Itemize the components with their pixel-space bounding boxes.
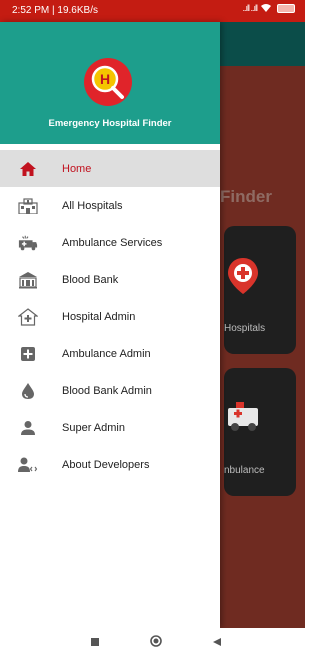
home-icon xyxy=(18,159,38,179)
triangle-back-icon xyxy=(213,638,221,646)
system-navigation-bar xyxy=(0,628,305,651)
background-screen: Finder Hospitals nbulance xyxy=(220,22,305,628)
menu-item-blood-bank-admin[interactable]: Blood Bank Admin xyxy=(0,372,220,409)
menu-item-all-hospitals[interactable]: All Hospitals xyxy=(0,187,220,224)
circle-icon xyxy=(150,635,162,647)
background-toolbar xyxy=(220,22,305,66)
menu-label: Blood Bank Admin xyxy=(62,384,152,397)
menu-label: Blood Bank xyxy=(62,273,119,286)
menu-item-hospital-admin[interactable]: Hospital Admin xyxy=(0,298,220,335)
status-time-speed: 2:52 PM | 19.6KB/s xyxy=(12,5,98,16)
drawer-menu: Home All Hospitals Ambulance Services Bl… xyxy=(0,150,220,483)
status-icons: ..ıll ..ıll xyxy=(242,3,295,13)
person-icon xyxy=(18,418,38,438)
menu-label: Home xyxy=(62,162,92,175)
menu-item-super-admin[interactable]: Super Admin xyxy=(0,409,220,446)
background-card-hospitals: Hospitals xyxy=(224,226,296,354)
menu-label: About Developers xyxy=(62,458,150,471)
ambulance-icon xyxy=(228,402,258,431)
menu-label: Ambulance Services xyxy=(62,236,163,249)
menu-label: Ambulance Admin xyxy=(62,347,151,360)
hospital-search-logo-icon: H xyxy=(91,65,124,99)
app-title: Emergency Hospital Finder xyxy=(48,118,172,129)
navigation-drawer: H Emergency Hospital Finder Home All Hos… xyxy=(0,22,220,628)
background-card-label: nbulance xyxy=(224,465,265,476)
hospital-pin-icon xyxy=(228,258,258,294)
back-button[interactable] xyxy=(212,634,222,651)
app-logo: H xyxy=(84,58,132,106)
signal-icon: ..ıll ..ıll xyxy=(242,3,257,13)
ambulance-icon xyxy=(18,233,38,253)
menu-item-home[interactable]: Home xyxy=(0,150,220,187)
developer-icon xyxy=(18,455,38,475)
menu-item-about-developers[interactable]: About Developers xyxy=(0,446,220,483)
blood-bank-building-icon xyxy=(18,270,38,290)
menu-item-ambulance-services[interactable]: Ambulance Services xyxy=(0,224,220,261)
background-heading: Finder xyxy=(220,187,272,206)
recents-button[interactable] xyxy=(90,634,100,651)
medical-cross-icon xyxy=(18,344,38,364)
menu-label: Super Admin xyxy=(62,421,125,434)
battery-icon xyxy=(277,3,295,13)
wifi-icon xyxy=(261,4,271,12)
home-button[interactable] xyxy=(150,634,162,651)
hospital-admin-icon xyxy=(18,307,38,327)
drawer-header: H Emergency Hospital Finder xyxy=(0,22,220,144)
menu-item-blood-bank[interactable]: Blood Bank xyxy=(0,261,220,298)
square-icon xyxy=(91,638,99,646)
logo-letter: H xyxy=(100,71,110,87)
menu-item-ambulance-admin[interactable]: Ambulance Admin xyxy=(0,335,220,372)
blood-drop-icon xyxy=(18,381,38,401)
hospital-building-icon xyxy=(18,196,38,216)
menu-label: Hospital Admin xyxy=(62,310,136,323)
background-card-ambulance: nbulance xyxy=(224,368,296,496)
background-card-label: Hospitals xyxy=(224,323,266,334)
menu-label: All Hospitals xyxy=(62,199,123,212)
status-bar: 2:52 PM | 19.6KB/s ..ıll ..ıll xyxy=(0,0,305,22)
